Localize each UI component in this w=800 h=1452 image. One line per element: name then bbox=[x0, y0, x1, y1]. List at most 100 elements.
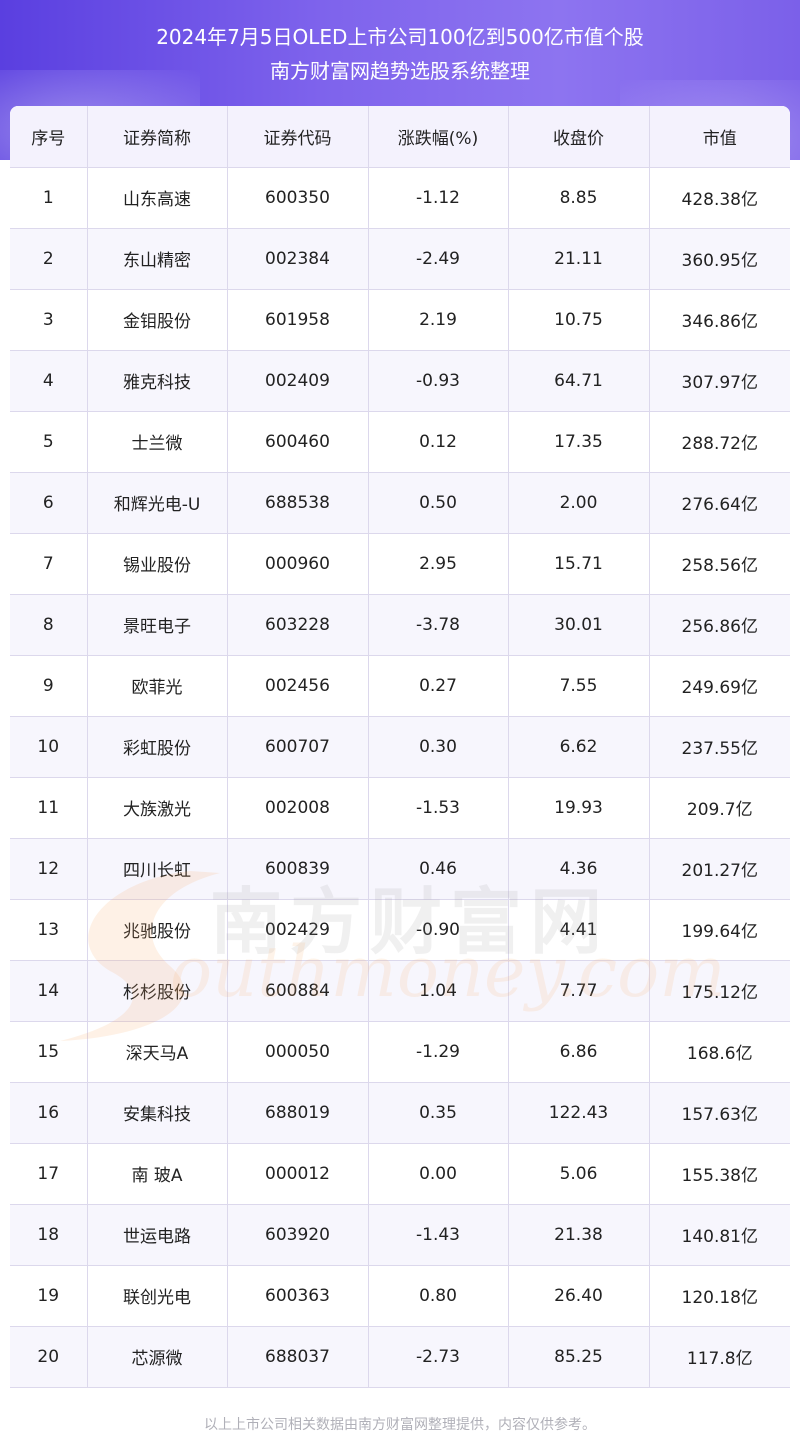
table-cell: 6.62 bbox=[508, 716, 650, 778]
table-cell: 2.95 bbox=[368, 533, 509, 595]
table-cell: 600363 bbox=[227, 1265, 369, 1327]
table-cell: 600839 bbox=[227, 838, 369, 900]
table-cell: 山东高速 bbox=[87, 167, 228, 229]
table-row: 5 士兰微 600460 0.12 17.35 288.72亿 bbox=[10, 411, 790, 473]
table-cell: 0.35 bbox=[368, 1082, 509, 1144]
table-cell: 600460 bbox=[227, 411, 369, 473]
column-header: 证券代码 bbox=[227, 106, 369, 168]
table-cell: 21.11 bbox=[508, 228, 650, 290]
table-row: 8 景旺电子 603228 -3.78 30.01 256.86亿 bbox=[10, 594, 790, 656]
table-row: 18 世运电路 603920 -1.43 21.38 140.81亿 bbox=[10, 1204, 790, 1266]
table-cell: 168.6亿 bbox=[649, 1021, 790, 1083]
table-cell: 16 bbox=[10, 1082, 88, 1144]
table-cell: 2.19 bbox=[368, 289, 509, 351]
table-cell: 000050 bbox=[227, 1021, 369, 1083]
table-cell: 0.30 bbox=[368, 716, 509, 778]
table-cell: 688037 bbox=[227, 1326, 369, 1388]
table-cell: 002456 bbox=[227, 655, 369, 717]
table-cell: 19.93 bbox=[508, 777, 650, 839]
table-cell: 杉杉股份 bbox=[87, 960, 228, 1022]
table-cell: 欧菲光 bbox=[87, 655, 228, 717]
table-cell: 30.01 bbox=[508, 594, 650, 656]
table-row: 6 和辉光电-U 688538 0.50 2.00 276.64亿 bbox=[10, 472, 790, 534]
table-cell: 2 bbox=[10, 228, 88, 290]
table-cell: 17.35 bbox=[508, 411, 650, 473]
table-cell: -1.43 bbox=[368, 1204, 509, 1266]
stock-table: 序号 证券简称 证券代码 涨跌幅(%) 收盘价 市值 1 山东高速 600350 -1.12 8.… bbox=[10, 106, 790, 1388]
table-cell: 0.50 bbox=[368, 472, 509, 534]
table-cell: 600350 bbox=[227, 167, 369, 229]
table-cell: 南 玻A bbox=[87, 1143, 228, 1205]
table-cell: 锡业股份 bbox=[87, 533, 228, 595]
table-cell: 14 bbox=[10, 960, 88, 1022]
table-cell: 307.97亿 bbox=[649, 350, 790, 412]
table-cell: 002429 bbox=[227, 899, 369, 961]
table-cell: 122.43 bbox=[508, 1082, 650, 1144]
table-row: 11 大族激光 002008 -1.53 19.93 209.7亿 bbox=[10, 777, 790, 839]
table-cell: 0.46 bbox=[368, 838, 509, 900]
table-cell: 209.7亿 bbox=[649, 777, 790, 839]
table-cell: 601958 bbox=[227, 289, 369, 351]
table-body: 1 山东高速 600350 -1.12 8.85 428.38亿 2 东山精密 002384 -2… bbox=[10, 167, 790, 1388]
table-cell: 140.81亿 bbox=[649, 1204, 790, 1266]
table-cell: 彩虹股份 bbox=[87, 716, 228, 778]
table-cell: 360.95亿 bbox=[649, 228, 790, 290]
table-cell: 002409 bbox=[227, 350, 369, 412]
table-cell: 688019 bbox=[227, 1082, 369, 1144]
table-cell: 2.00 bbox=[508, 472, 650, 534]
table-cell: 安集科技 bbox=[87, 1082, 228, 1144]
table-row: 12 四川长虹 600839 0.46 4.36 201.27亿 bbox=[10, 838, 790, 900]
table-row: 3 金钼股份 601958 2.19 10.75 346.86亿 bbox=[10, 289, 790, 351]
table-cell: 17 bbox=[10, 1143, 88, 1205]
table-cell: 4.36 bbox=[508, 838, 650, 900]
table-cell: 士兰微 bbox=[87, 411, 228, 473]
table-row: 20 芯源微 688037 -2.73 85.25 117.8亿 bbox=[10, 1326, 790, 1388]
table-cell: 10.75 bbox=[508, 289, 650, 351]
table-cell: 0.12 bbox=[368, 411, 509, 473]
table-cell: 120.18亿 bbox=[649, 1265, 790, 1327]
footer-note: 以上上市公司相关数据由南方财富网整理提供，内容仅供参考。 bbox=[204, 1417, 596, 1433]
table-row: 16 安集科技 688019 0.35 122.43 157.63亿 bbox=[10, 1082, 790, 1144]
table-cell: 深天马A bbox=[87, 1021, 228, 1083]
table-cell: 8 bbox=[10, 594, 88, 656]
table-cell: 9 bbox=[10, 655, 88, 717]
table-row: 7 锡业股份 000960 2.95 15.71 258.56亿 bbox=[10, 533, 790, 595]
table-cell: 117.8亿 bbox=[649, 1326, 790, 1388]
table-cell: 15 bbox=[10, 1021, 88, 1083]
table-cell: -1.12 bbox=[368, 167, 509, 229]
table-cell: -3.78 bbox=[368, 594, 509, 656]
table-cell: 7 bbox=[10, 533, 88, 595]
table-cell: 1.04 bbox=[368, 960, 509, 1022]
table-cell: 258.56亿 bbox=[649, 533, 790, 595]
table-cell: 276.64亿 bbox=[649, 472, 790, 534]
table-cell: -2.73 bbox=[368, 1326, 509, 1388]
table-cell: 175.12亿 bbox=[649, 960, 790, 1022]
table-cell: 19 bbox=[10, 1265, 88, 1327]
table-cell: 3 bbox=[10, 289, 88, 351]
table-cell: 0.27 bbox=[368, 655, 509, 717]
table-row: 13 兆驰股份 002429 -0.90 4.41 199.64亿 bbox=[10, 899, 790, 961]
table-cell: 26.40 bbox=[508, 1265, 650, 1327]
table-cell: 002384 bbox=[227, 228, 369, 290]
table-row: 1 山东高速 600350 -1.12 8.85 428.38亿 bbox=[10, 167, 790, 229]
table-cell: 4.41 bbox=[508, 899, 650, 961]
table-cell: 7.77 bbox=[508, 960, 650, 1022]
column-header: 市值 bbox=[649, 106, 790, 168]
table-cell: 芯源微 bbox=[87, 1326, 228, 1388]
column-header: 收盘价 bbox=[508, 106, 650, 168]
table-row: 10 彩虹股份 600707 0.30 6.62 237.55亿 bbox=[10, 716, 790, 778]
table-row: 9 欧菲光 002456 0.27 7.55 249.69亿 bbox=[10, 655, 790, 717]
table-cell: 6 bbox=[10, 472, 88, 534]
table-row: 2 东山精密 002384 -2.49 21.11 360.95亿 bbox=[10, 228, 790, 290]
table-cell: 0.80 bbox=[368, 1265, 509, 1327]
table-cell: 6.86 bbox=[508, 1021, 650, 1083]
table-row: 19 联创光电 600363 0.80 26.40 120.18亿 bbox=[10, 1265, 790, 1327]
table-cell: 18 bbox=[10, 1204, 88, 1266]
table-cell: 景旺电子 bbox=[87, 594, 228, 656]
table-card: 序号 证券简称 证券代码 涨跌幅(%) 收盘价 市值 1 山东高速 600350 -1.12 8.… bbox=[10, 106, 790, 1408]
table-cell: 201.27亿 bbox=[649, 838, 790, 900]
table-cell: 15.71 bbox=[508, 533, 650, 595]
table-cell: 21.38 bbox=[508, 1204, 650, 1266]
table-cell: 002008 bbox=[227, 777, 369, 839]
table-cell: 11 bbox=[10, 777, 88, 839]
